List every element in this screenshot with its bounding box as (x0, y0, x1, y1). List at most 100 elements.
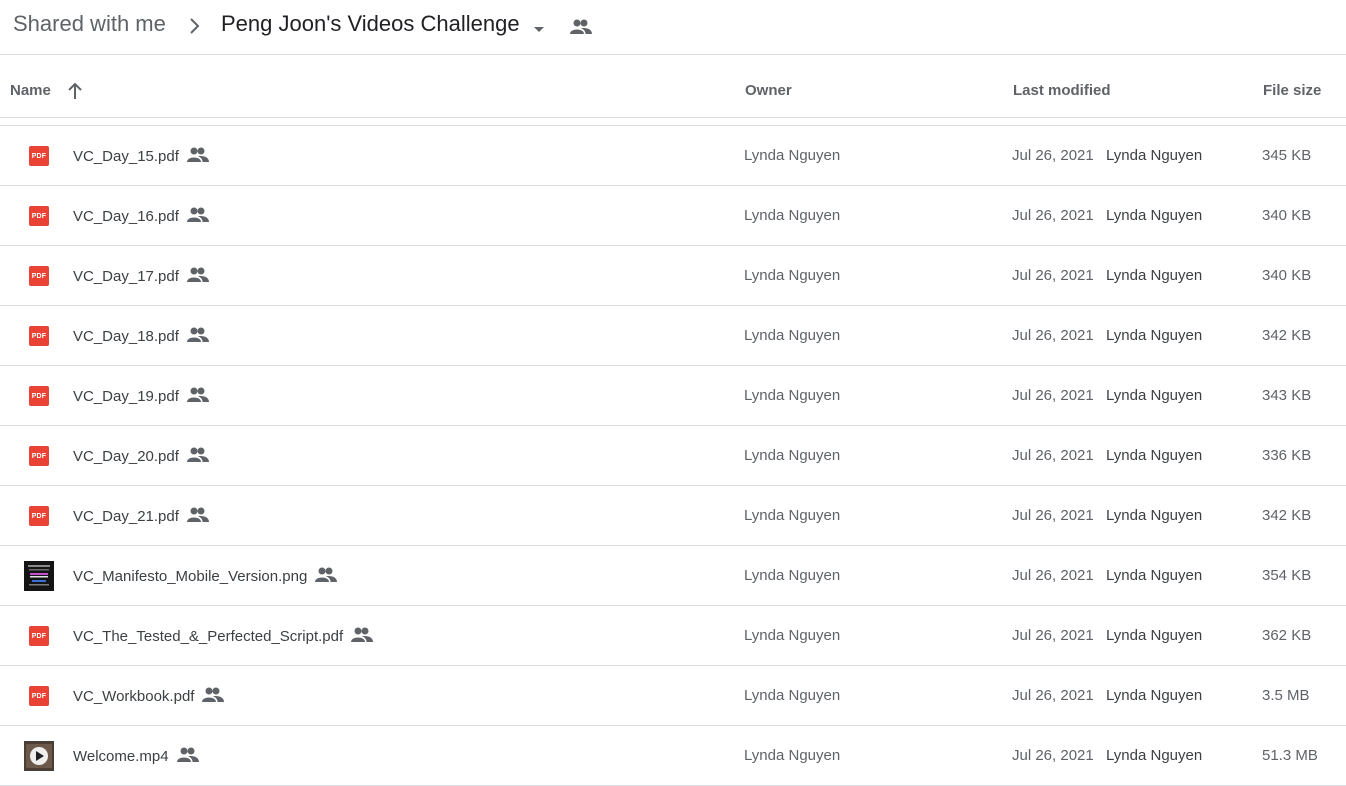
file-row[interactable]: PDF VC_Day_19.pdf Lynda Nguyen Jul 26, 2021… (0, 366, 1346, 426)
people-icon (186, 387, 209, 407)
file-row[interactable]: PDF VC_Day_16.pdf Lynda Nguyen Jul 26, 2021… (0, 186, 1346, 246)
file-name-text[interactable]: VC_The_Tested_&_Perfected_Script.pdf (73, 628, 343, 645)
file-name[interactable]: VC_The_Tested_&_Perfected_Script.pdf (73, 627, 374, 647)
file-modified-date: Jul 26, 2021 (1012, 567, 1094, 584)
file-name[interactable]: VC_Day_19.pdf (73, 387, 209, 407)
file-owner: Lynda Nguyen (744, 327, 841, 344)
pdf-file-icon: PDF (29, 626, 49, 646)
pdf-file-icon: PDF (29, 686, 49, 706)
file-list-header: Name Owner Last modified File size (0, 56, 1346, 118)
file-modified-by: Lynda Nguyen (1106, 687, 1203, 704)
file-modified-date: Jul 26, 2021 (1012, 327, 1094, 344)
file-name[interactable]: VC_Workbook.pdf (73, 687, 225, 707)
file-name-text[interactable]: VC_Day_20.pdf (73, 448, 179, 465)
file-owner: Lynda Nguyen (744, 747, 841, 764)
file-name[interactable]: VC_Day_16.pdf (73, 207, 209, 227)
file-name-text[interactable]: VC_Day_18.pdf (73, 328, 179, 345)
breadcrumb-shared-with-me[interactable]: Shared with me (13, 11, 166, 37)
file-owner: Lynda Nguyen (744, 207, 841, 224)
pdf-file-icon: PDF (29, 326, 49, 346)
file-name[interactable]: VC_Day_18.pdf (73, 327, 209, 347)
file-modified-by: Lynda Nguyen (1106, 507, 1203, 524)
people-icon (186, 267, 209, 287)
pdf-file-icon: PDF (29, 206, 49, 226)
file-modified-by: Lynda Nguyen (1106, 387, 1203, 404)
file-list: PDF VC_Day_15.pdf Lynda Nguyen Jul 26, 2021… (0, 126, 1346, 786)
pdf-badge-label: PDF (29, 506, 49, 526)
file-modified-date: Jul 26, 2021 (1012, 387, 1094, 404)
file-name-text[interactable]: VC_Workbook.pdf (73, 688, 194, 705)
file-modified-date: Jul 26, 2021 (1012, 747, 1094, 764)
pdf-file-icon: PDF (29, 266, 49, 286)
file-modified-by: Lynda Nguyen (1106, 267, 1203, 284)
file-modified-by: Lynda Nguyen (1106, 567, 1203, 584)
file-modified-by: Lynda Nguyen (1106, 627, 1203, 644)
file-owner: Lynda Nguyen (744, 447, 841, 464)
file-size: 336 KB (1262, 447, 1312, 464)
pdf-file-icon: PDF (29, 506, 49, 526)
file-name[interactable]: VC_Day_17.pdf (73, 267, 209, 287)
chevron-right-icon (188, 16, 202, 41)
pdf-badge-label: PDF (29, 386, 49, 406)
arrow-up-icon[interactable] (66, 82, 84, 104)
pdf-file-icon: PDF (29, 386, 49, 406)
file-name-text[interactable]: Welcome.mp4 (73, 748, 169, 765)
file-row[interactable]: PDF VC_Day_20.pdf Lynda Nguyen Jul 26, 2021… (0, 426, 1346, 486)
file-row[interactable]: PDF VC_Day_21.pdf Lynda Nguyen Jul 26, 2021… (0, 486, 1346, 546)
file-owner: Lynda Nguyen (744, 387, 841, 404)
file-size: 3.5 MB (1262, 687, 1310, 704)
dropdown-caret-icon[interactable] (533, 21, 545, 39)
file-row[interactable]: PDF VC_Day_15.pdf Lynda Nguyen Jul 26, 2021… (0, 126, 1346, 186)
file-row[interactable]: PDF VC_Day_17.pdf Lynda Nguyen Jul 26, 2021… (0, 246, 1346, 306)
file-name-text[interactable]: VC_Day_21.pdf (73, 508, 179, 525)
pdf-badge-label: PDF (29, 446, 49, 466)
file-name-text[interactable]: VC_Day_15.pdf (73, 148, 179, 165)
file-owner: Lynda Nguyen (744, 627, 841, 644)
file-size: 340 KB (1262, 207, 1312, 224)
file-name-text[interactable]: VC_Day_16.pdf (73, 208, 179, 225)
file-name[interactable]: VC_Day_21.pdf (73, 507, 209, 527)
people-icon[interactable] (570, 19, 592, 40)
file-size: 345 KB (1262, 147, 1312, 164)
people-icon (186, 507, 209, 527)
file-name[interactable]: VC_Day_15.pdf (73, 147, 209, 167)
file-modified-by: Lynda Nguyen (1106, 447, 1203, 464)
pdf-badge-label: PDF (29, 146, 49, 166)
column-header-file-size[interactable]: File size (1263, 82, 1321, 99)
image-thumbnail-icon (24, 561, 54, 591)
column-header-owner[interactable]: Owner (745, 82, 792, 99)
pdf-badge-label: PDF (29, 206, 49, 226)
pdf-badge-label: PDF (29, 686, 49, 706)
file-row[interactable]: PDF VC_The_Tested_&_Perfected_Script.pdf L… (0, 606, 1346, 666)
file-size: 342 KB (1262, 327, 1312, 344)
file-name-text[interactable]: VC_Manifesto_Mobile_Version.png (73, 568, 307, 585)
file-row[interactable]: Welcome.mp4 Lynda Nguyen Jul 26, 2021 Lynda… (0, 726, 1346, 786)
file-size: 51.3 MB (1262, 747, 1318, 764)
people-icon (315, 567, 338, 587)
file-row[interactable]: PDF VC_Day_18.pdf Lynda Nguyen Jul 26, 2021… (0, 306, 1346, 366)
file-name[interactable]: VC_Day_20.pdf (73, 447, 209, 467)
file-name[interactable]: VC_Manifesto_Mobile_Version.png (73, 567, 338, 587)
file-modified-by: Lynda Nguyen (1106, 327, 1203, 344)
breadcrumb: Shared with me Peng Joon's Videos Challe… (0, 0, 1346, 55)
people-icon (186, 147, 209, 167)
file-modified-date: Jul 26, 2021 (1012, 687, 1094, 704)
people-icon (186, 207, 209, 227)
file-modified-date: Jul 26, 2021 (1012, 627, 1094, 644)
file-owner: Lynda Nguyen (744, 507, 841, 524)
file-name-text[interactable]: VC_Day_17.pdf (73, 268, 179, 285)
file-size: 362 KB (1262, 627, 1312, 644)
file-row[interactable]: PDF VC_Workbook.pdf Lynda Nguyen Jul 26, 20… (0, 666, 1346, 726)
people-icon (186, 327, 209, 347)
file-size: 342 KB (1262, 507, 1312, 524)
file-owner: Lynda Nguyen (744, 267, 841, 284)
file-size: 354 KB (1262, 567, 1312, 584)
people-icon (351, 627, 374, 647)
file-size: 343 KB (1262, 387, 1312, 404)
file-name-text[interactable]: VC_Day_19.pdf (73, 388, 179, 405)
file-row[interactable]: VC_Manifesto_Mobile_Version.png Lynda Ngu… (0, 546, 1346, 606)
breadcrumb-current-folder[interactable]: Peng Joon's Videos Challenge (221, 11, 520, 37)
column-header-last-modified[interactable]: Last modified (1013, 82, 1111, 99)
file-name[interactable]: Welcome.mp4 (73, 747, 199, 767)
column-header-name[interactable]: Name (10, 82, 51, 99)
